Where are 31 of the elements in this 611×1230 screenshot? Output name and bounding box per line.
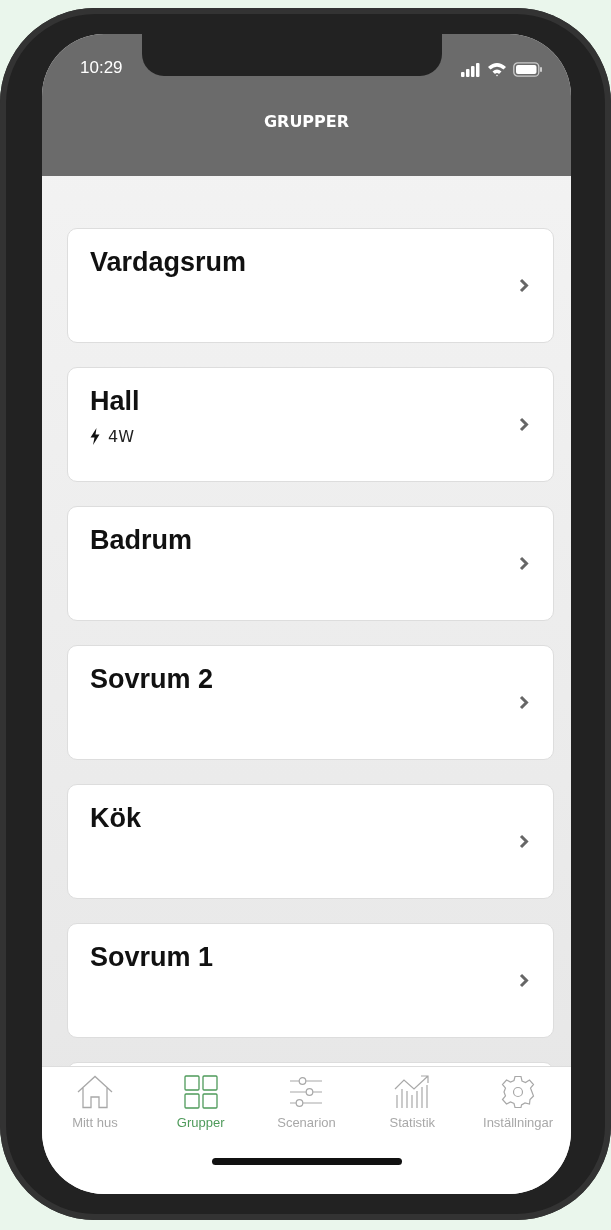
- chevron-right-icon: [519, 556, 529, 571]
- chevron-right-icon: [519, 695, 529, 710]
- group-card[interactable]: Sovrum 1: [67, 923, 554, 1038]
- battery-icon: [513, 62, 543, 77]
- wifi-icon: [487, 62, 507, 77]
- sliders-icon: [289, 1075, 324, 1109]
- chevron-right-icon: [519, 278, 529, 293]
- group-name: Sovrum 1: [90, 942, 215, 973]
- chevron-right-icon: [519, 973, 529, 988]
- group-card[interactable]: Badrum: [67, 506, 554, 621]
- group-name: Kök: [90, 803, 142, 834]
- settings-icon: [501, 1075, 536, 1109]
- group-card[interactable]: Vardagsrum: [67, 228, 554, 343]
- tab-item[interactable]: Grupper: [147, 1075, 254, 1130]
- group-card[interactable]: Kök: [67, 784, 554, 899]
- power-reading: 4W: [108, 427, 134, 446]
- house-icon: [75, 1075, 114, 1109]
- group-card[interactable]: Sovrum 2: [67, 645, 554, 760]
- group-name: Badrum: [90, 525, 193, 556]
- screen-title: GRUPPER: [262, 112, 351, 131]
- signal-icon: [461, 62, 481, 77]
- chevron-right-icon: [519, 834, 529, 849]
- chart-trend-icon: [394, 1075, 431, 1109]
- group-card[interactable]: Hall 4W: [67, 367, 554, 482]
- group-name: Sovrum 2: [90, 664, 215, 695]
- grid-icon: [183, 1075, 218, 1109]
- group-name: Vardagsrum: [90, 247, 248, 278]
- lightning-icon: [90, 428, 100, 445]
- status-time: 10:29: [80, 58, 123, 78]
- group-name: Hall: [90, 386, 141, 417]
- chevron-right-icon: [519, 417, 529, 432]
